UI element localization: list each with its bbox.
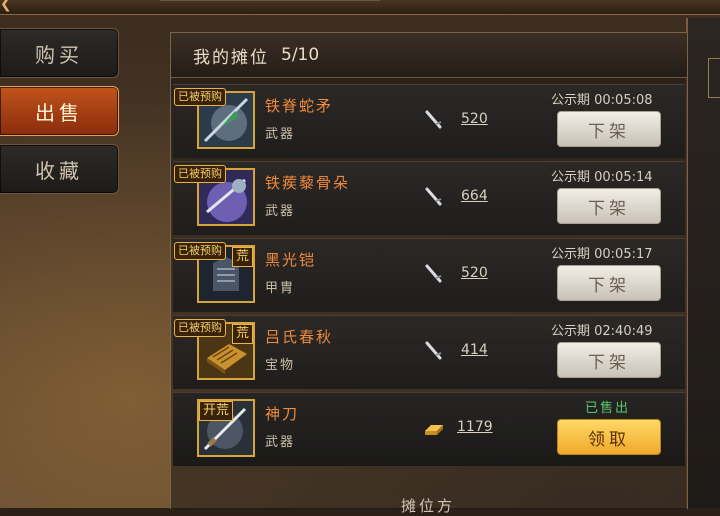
item-type: 武器 xyxy=(265,435,296,450)
item-price: 520 xyxy=(461,265,488,281)
delist-button[interactable]: 下架 xyxy=(557,342,661,378)
reserved-badge: 已被预购 xyxy=(174,319,226,337)
listing-status: 公示期 00:05:08 xyxy=(551,93,653,108)
item-name: 神刀 xyxy=(265,405,300,423)
stall-title: 我的摊位 xyxy=(193,47,269,68)
nav-tab-favorites[interactable]: 收藏 xyxy=(0,144,119,194)
stall-footer-text: 摊位方 xyxy=(401,497,456,515)
stall-header: 我的摊位 5/10 xyxy=(171,33,687,78)
nav-tab-sell[interactable]: 出售 xyxy=(0,86,119,136)
item-type: 宝物 xyxy=(265,358,296,373)
stall-count: 5/10 xyxy=(281,45,320,65)
dagger-icon xyxy=(425,341,442,360)
reclaim-tag: 荒 xyxy=(231,324,253,344)
listing-row: 已被预购 铁蒺藜骨朵 武器 664 公示期 00:05:14 下架 xyxy=(173,161,685,235)
listing-row: 荒 已被预购 吕氏春秋 宝物 414 公示期 02:40:49 下架 xyxy=(173,315,685,389)
nav-tab-buy[interactable]: 购买 xyxy=(0,28,119,78)
my-stall-panel: 我的摊位 5/10 已被预购 铁脊蛇矛 武器 520 公示期 00:05:08 … xyxy=(170,32,688,515)
top-bar: ❮ xyxy=(0,0,720,15)
item-type: 武器 xyxy=(265,204,296,219)
item-name: 铁蒺藜骨朵 xyxy=(265,174,351,192)
dagger-icon xyxy=(425,187,442,206)
delist-button[interactable]: 下架 xyxy=(557,265,661,301)
listing-row: 荒 已被预购 黑光铠 甲胄 520 公示期 00:05:17 下架 xyxy=(173,238,685,312)
right-side-panel xyxy=(686,18,720,508)
item-price: 414 xyxy=(461,342,488,358)
listing-row: 已被预购 铁脊蛇矛 武器 520 公示期 00:05:08 下架 xyxy=(173,84,685,158)
reclaim-tag: 开荒 xyxy=(199,401,234,421)
gold-ingot-icon xyxy=(425,425,443,435)
back-arrow-icon[interactable]: ❮ xyxy=(0,0,24,14)
item-name: 吕氏春秋 xyxy=(265,328,334,346)
top-bar-divider xyxy=(160,0,380,1)
reserved-badge: 已被预购 xyxy=(174,242,226,260)
item-thumbnail[interactable]: 开荒 xyxy=(197,399,255,457)
item-name: 铁脊蛇矛 xyxy=(265,97,334,115)
listing-status: 公示期 02:40:49 xyxy=(551,324,653,339)
item-price: 664 xyxy=(461,188,488,204)
reserved-badge: 已被预购 xyxy=(174,88,226,106)
delist-button[interactable]: 下架 xyxy=(557,111,661,147)
dagger-icon xyxy=(425,110,442,129)
item-type: 甲胄 xyxy=(265,281,296,296)
delist-button[interactable]: 下架 xyxy=(557,188,661,224)
dagger-icon xyxy=(425,264,442,283)
listing-row: 开荒 神刀 武器 1179 已售出 领取 xyxy=(173,392,685,466)
listing-status: 公示期 00:05:17 xyxy=(551,247,653,262)
item-name: 黑光铠 xyxy=(265,251,317,269)
item-type: 武器 xyxy=(265,127,296,142)
reserved-badge: 已被预购 xyxy=(174,165,226,183)
item-price: 520 xyxy=(461,111,488,127)
right-panel-frame xyxy=(708,58,720,98)
reclaim-tag: 荒 xyxy=(231,247,253,267)
sold-status: 已售出 xyxy=(585,401,631,416)
item-price: 1179 xyxy=(457,419,493,435)
claim-button[interactable]: 领取 xyxy=(557,419,661,455)
listing-status: 公示期 00:05:14 xyxy=(551,170,653,185)
